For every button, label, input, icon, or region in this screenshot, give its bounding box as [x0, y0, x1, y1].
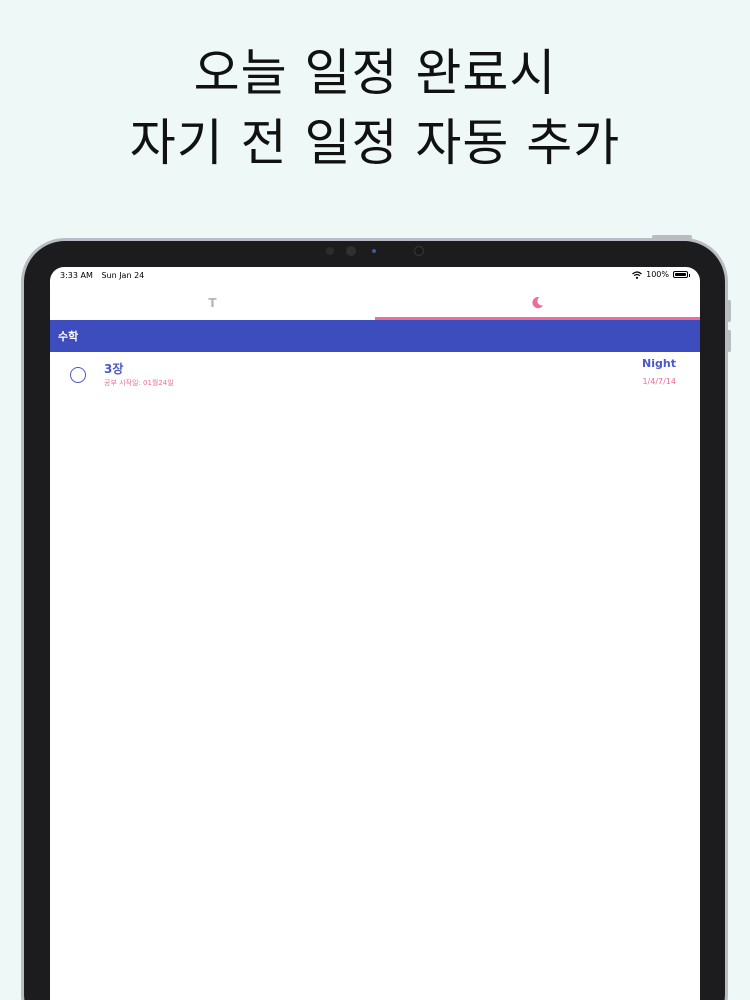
section-title: 수학 [58, 330, 79, 343]
tab-today-label: T [208, 295, 217, 310]
headline-line-1: 오늘 일정 완료시 [193, 44, 557, 102]
sensor-icon [326, 247, 334, 255]
task-start-date: 공부 시작일: 01월24일 [104, 379, 174, 387]
status-date: Sun Jan 24 [101, 271, 145, 280]
battery-percent: 100% [646, 270, 669, 279]
app-screen: 3:33 AM Sun Jan 24 100% T 수학 3장 공부 시작일: … [50, 267, 700, 1000]
task-time-label: Night [642, 357, 676, 370]
status-time: 3:33 AM [60, 271, 93, 280]
status-bar: 3:33 AM Sun Jan 24 100% [50, 267, 700, 285]
tab-today[interactable]: T [50, 285, 375, 320]
sensor-icon [346, 246, 356, 256]
tab-night[interactable] [375, 285, 700, 320]
sensor-icon [372, 249, 376, 253]
camera-icon [414, 246, 424, 256]
wifi-icon [632, 270, 643, 279]
task-title: 3장 [104, 362, 124, 376]
tab-bar: T [50, 285, 700, 320]
complete-checkbox[interactable] [70, 367, 86, 383]
task-review-cycle: 1/4/7/14 [642, 377, 676, 386]
app-store-screenshot: 오늘 일정 완료시 자기 전 일정 자동 추가 3:33 AM Sun Jan … [0, 0, 750, 1000]
moon-icon [532, 297, 543, 309]
task-row[interactable]: 3장 공부 시작일: 01월24일 Night 1/4/7/14 [50, 352, 700, 400]
camera-housing [320, 244, 430, 258]
promo-headline: 오늘 일정 완료시 자기 전 일정 자동 추가 [0, 38, 750, 178]
section-header: 수학 [50, 320, 700, 352]
headline-line-2: 자기 전 일정 자동 추가 [129, 114, 621, 172]
battery-icon [673, 271, 690, 278]
